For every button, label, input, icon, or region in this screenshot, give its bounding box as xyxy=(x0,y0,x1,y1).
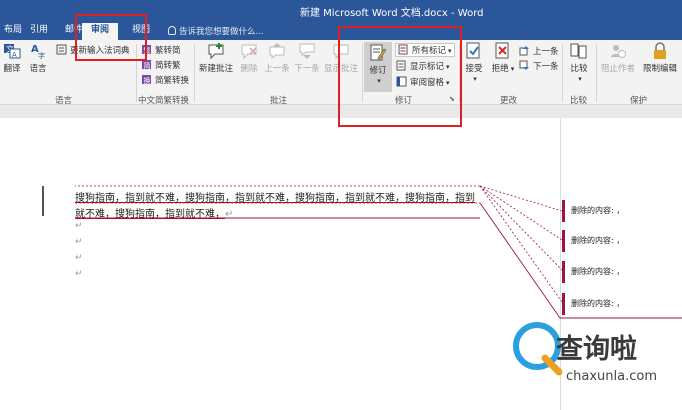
comment-balloon[interactable]: 删除的内容: ， xyxy=(562,261,680,283)
balloon-text: 删除的内容: ， xyxy=(571,267,625,276)
comment-balloon[interactable]: 删除的内容: ， xyxy=(562,230,680,252)
balloon-text: 删除的内容: ， xyxy=(571,206,625,215)
comment-balloon[interactable]: 删除的内容: ， xyxy=(562,293,680,315)
comment-balloon[interactable]: 删除的内容: ， xyxy=(562,200,680,222)
balloon-text: 删除的内容: ， xyxy=(571,236,625,245)
tracking-group-highlight xyxy=(338,26,462,127)
review-tab-highlight xyxy=(75,14,147,61)
balloon-text: 删除的内容: ， xyxy=(571,299,625,308)
watermark-brand: 查询啦 xyxy=(556,334,637,365)
watermark-url: chaxunla.com xyxy=(566,369,657,384)
connector-lines xyxy=(75,185,563,303)
